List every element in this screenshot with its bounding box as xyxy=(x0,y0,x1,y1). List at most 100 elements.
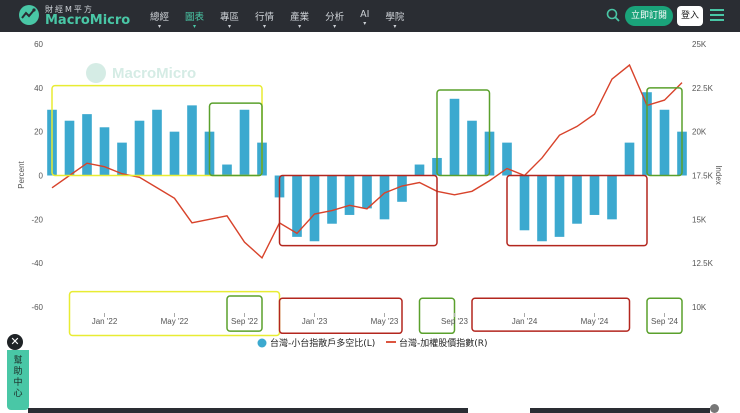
bar xyxy=(572,175,582,224)
nav-item-0[interactable]: 總經 ▾ xyxy=(150,9,169,30)
y-right-tick-label: 17.5K xyxy=(692,172,714,181)
nav-item-7[interactable]: 學院 ▾ xyxy=(385,9,404,30)
bar xyxy=(537,175,547,242)
bar xyxy=(344,175,355,215)
y-left-tick-label: -60 xyxy=(31,303,43,312)
bar xyxy=(222,164,232,176)
nav-item-1[interactable]: 圖表 ▾ xyxy=(185,9,204,30)
x-tick-label: May '22 xyxy=(161,317,189,326)
annotation-box-8 xyxy=(278,297,403,335)
nav-item-label: 產業 xyxy=(290,12,310,23)
help-center-label: 幫助中心 xyxy=(13,356,23,399)
search-icon[interactable] xyxy=(606,8,620,22)
x-tick-label: Sep '22 xyxy=(231,317,258,326)
bar xyxy=(152,109,162,176)
nav-item-label: 行情 xyxy=(255,12,275,23)
y-right-tick-label: 15K xyxy=(692,215,707,224)
legend-bar-swatch xyxy=(257,338,267,348)
bar xyxy=(554,175,565,237)
y-left-tick-label: -40 xyxy=(31,259,43,268)
macromicro-logo-icon xyxy=(19,5,39,25)
bar xyxy=(64,120,75,176)
chart: MacroMicro 60 40 20 0 -20 -40 -60 Percent 25K 22.5… xyxy=(17,40,723,349)
bar xyxy=(134,120,145,176)
y-right-tick-label: 22.5K xyxy=(692,84,714,93)
legend-bar-label: 台灣-小台指散戶多空比(L) xyxy=(270,337,375,349)
watermark-text: MacroMicro xyxy=(112,65,196,82)
bar xyxy=(327,175,337,224)
y-left-tick-label: 0 xyxy=(39,172,44,181)
watermark-logo-icon xyxy=(86,63,106,83)
y-right-tick-label: 25K xyxy=(692,40,707,49)
y-right-axis-label: Index xyxy=(714,165,723,185)
annotation-box-3 xyxy=(436,89,491,177)
bar xyxy=(379,175,390,220)
nav-item-label: AI xyxy=(360,9,370,20)
bottom-bar xyxy=(28,408,468,413)
annotation-box-2 xyxy=(278,174,438,247)
top-navigation-bar: 財經M平方 MacroMicro 總經 ▾ 圖表 ▾ 專區 ▾ 行情 ▾ 產業 ▾ 分析 ▾ AI ▾ 學院… xyxy=(0,0,740,32)
y-left-tick-label: -20 xyxy=(31,215,43,224)
legend-line-label: 台灣-加權股價指數(R) xyxy=(399,337,488,349)
chevron-down-icon: ▾ xyxy=(228,23,232,30)
bar xyxy=(397,175,407,202)
brand-main-text: MacroMicro xyxy=(45,13,131,28)
subscribe-button[interactable]: 立即訂閱 xyxy=(625,6,673,26)
bar xyxy=(362,175,372,209)
bar xyxy=(589,175,600,215)
logo[interactable]: 財經M平方 MacroMicro xyxy=(18,4,131,28)
annotation-box-10 xyxy=(471,297,631,332)
bar xyxy=(519,175,530,231)
annotation-box-1 xyxy=(208,102,263,177)
bar xyxy=(659,109,670,176)
x-tick-label: Sep '23 xyxy=(441,317,468,326)
y-left-tick-label: 40 xyxy=(34,84,43,93)
x-tick-label: Jan '22 xyxy=(92,317,118,326)
bottom-bar-right xyxy=(530,408,710,413)
y-left-tick-label: 20 xyxy=(34,128,43,137)
help-center-tab[interactable]: 幫助中心 xyxy=(7,350,29,410)
nav-item-6[interactable]: AI ▾ xyxy=(360,9,369,30)
nav-item-2[interactable]: 專區 ▾ xyxy=(220,9,239,30)
x-tick-label: May '23 xyxy=(371,317,399,326)
y-left-tick-label: 60 xyxy=(34,40,43,49)
nav-item-3[interactable]: 行情 ▾ xyxy=(255,9,274,30)
main-nav: 總經 ▾ 圖表 ▾ 專區 ▾ 行情 ▾ 產業 ▾ 分析 ▾ AI ▾ 學院 ▾ xyxy=(150,9,420,30)
bar xyxy=(309,175,320,242)
x-tick-label: Jan '23 xyxy=(302,317,328,326)
index-line xyxy=(51,63,683,260)
nav-item-label: 圖表 xyxy=(185,12,205,23)
y-right-tick-label: 12.5K xyxy=(692,259,714,268)
y-left-axis-label: Percent xyxy=(17,160,26,188)
nav-item-label: 學院 xyxy=(385,12,405,23)
chevron-down-icon: ▾ xyxy=(393,23,397,30)
chevron-down-icon: ▾ xyxy=(298,23,302,30)
chevron-down-icon: ▾ xyxy=(193,23,197,30)
scroll-top-icon[interactable] xyxy=(710,404,719,413)
bar xyxy=(607,175,617,220)
nav-item-5[interactable]: 分析 ▾ xyxy=(325,9,344,30)
nav-item-label: 分析 xyxy=(325,12,345,23)
bar xyxy=(414,164,425,176)
bar xyxy=(292,175,302,237)
bar xyxy=(467,120,477,176)
bar xyxy=(169,131,180,176)
bar xyxy=(624,142,635,176)
nav-item-4[interactable]: 產業 ▾ xyxy=(290,9,309,30)
chevron-down-icon: ▾ xyxy=(263,23,267,30)
y-right-tick-label: 20K xyxy=(692,128,707,137)
nav-item-label: 專區 xyxy=(220,12,240,23)
bar xyxy=(449,98,460,176)
x-tick-label: May '24 xyxy=(581,317,609,326)
x-tick-label: Sep '24 xyxy=(651,317,678,326)
bar xyxy=(117,142,127,176)
brand-text: 財經M平方 MacroMicro xyxy=(45,4,131,28)
help-close-button[interactable]: ✕ xyxy=(7,334,23,350)
bar xyxy=(187,105,197,176)
login-button[interactable]: 登入 xyxy=(677,6,703,26)
chevron-down-icon: ▾ xyxy=(158,23,162,30)
nav-item-label: 總經 xyxy=(150,12,170,23)
hamburger-menu-icon[interactable] xyxy=(710,9,724,21)
y-right-tick-label: 10K xyxy=(692,303,707,312)
chevron-down-icon: ▾ xyxy=(363,20,367,27)
